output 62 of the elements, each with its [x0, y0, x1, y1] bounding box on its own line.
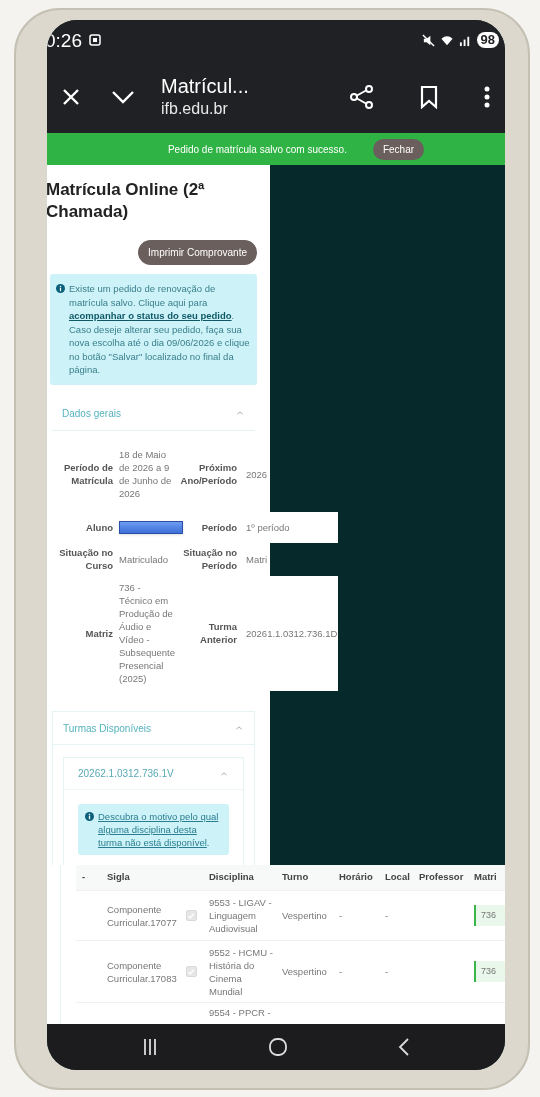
field-value: Matri [245, 552, 268, 566]
field-label: Próximo Ano/Período [179, 461, 237, 487]
group-header[interactable]: 20262.1.0312.736.1V [64, 758, 243, 790]
back-icon[interactable] [398, 1037, 410, 1057]
column-header: Matri [473, 870, 498, 885]
table-cell-text: - [339, 909, 344, 922]
field-label: Aluno [85, 520, 113, 534]
table-cell-text: Vespertino [282, 965, 328, 978]
field-value: 736 - Técnico em Produção de Áudio e Vídeo - Subsequente Presencial (2025) [119, 581, 175, 685]
table-cell-text: - [385, 965, 390, 978]
column-header: Horário [338, 870, 374, 885]
field-label: Matriz [84, 626, 113, 640]
reason-link[interactable]: Descubra o motivo pelo qual alguma disciplina desta turma não está disponível. [98, 810, 222, 849]
field-value: 2026 [245, 467, 268, 481]
field-label: Turma Anterior [199, 620, 237, 646]
table-cell-text: - [385, 909, 390, 922]
column-header: Sigla [106, 870, 131, 885]
info-message: Existe um pedido de renovação de matrícula salvo. Clique aqui para acompanhar o status do seu pedido. Caso deseje alterar seu pedido, faça sua nova escolha até o dia 09/06/2026 e clique no botão "Salvar" localizado no final da página. [69, 282, 251, 377]
page-heading: Matrícula Online (2ª Chamada) [47, 179, 206, 223]
info-icon [56, 284, 65, 293]
close-banner-button[interactable]: Fechar [372, 138, 425, 160]
page-title: Matrícul... [161, 73, 249, 98]
table-cell-text: Componente Curricular.17083 [107, 958, 178, 985]
column-header: Local [384, 870, 411, 885]
chevron-down-icon[interactable] [111, 88, 135, 105]
order-status-link[interactable]: acompanhar o status do seu pedido [69, 310, 232, 321]
table-cell-text: 9553 - LIGAV - Linguagem Audiovisual [209, 896, 273, 935]
table-cell-text: Componente Curricular.17077 [107, 902, 178, 929]
table-cell-text: Vespertino [282, 909, 328, 922]
field-label: Situação no Curso [58, 546, 113, 572]
bookmark-icon[interactable] [419, 84, 439, 109]
table-cell-text: 9554 - PPCR - [209, 1006, 272, 1019]
print-receipt-button[interactable]: Imprimir Comprovante [138, 240, 257, 265]
column-header: - [81, 870, 87, 885]
close-icon[interactable] [61, 86, 81, 107]
page-url: ifb.edu.br [161, 98, 229, 119]
field-value: 18 de Maio de 2026 a 9 de Junho de 2026 [119, 448, 173, 500]
column-header: Disciplina [208, 870, 255, 885]
table-cell-text: - [339, 965, 344, 978]
field-label: Período de Matrícula [62, 461, 113, 487]
home-icon[interactable] [268, 1037, 288, 1057]
field-label: Período [200, 520, 237, 534]
section-header[interactable]: Turmas Disponíveis [53, 711, 254, 745]
matrix-tag: 736 [474, 960, 505, 983]
field-label: Situação no Período [182, 546, 237, 572]
battery-level: 98 [476, 32, 499, 48]
info-icon [85, 812, 94, 821]
share-icon[interactable] [349, 83, 375, 110]
table-cell-text: 9552 - HCMU - História do Cinema Mundial [209, 945, 274, 998]
field-value: Matriculado [119, 552, 170, 566]
banner-message: Pedido de matrícula salvo com sucesso. [167, 142, 347, 157]
section-header[interactable]: Dados gerais [52, 396, 255, 431]
column-header: Turno [281, 870, 310, 885]
wifi-icon [439, 33, 454, 47]
field-value: 20261.1.0312.736.1D [245, 626, 338, 640]
gallery-icon [88, 33, 102, 47]
field-value: 1º período [245, 520, 290, 534]
column-header: Professor [418, 870, 465, 885]
recent-apps-icon[interactable] [142, 1038, 158, 1056]
more-options-icon[interactable] [483, 84, 491, 109]
mute-icon [421, 33, 435, 47]
matrix-tag: 736 [474, 904, 505, 927]
